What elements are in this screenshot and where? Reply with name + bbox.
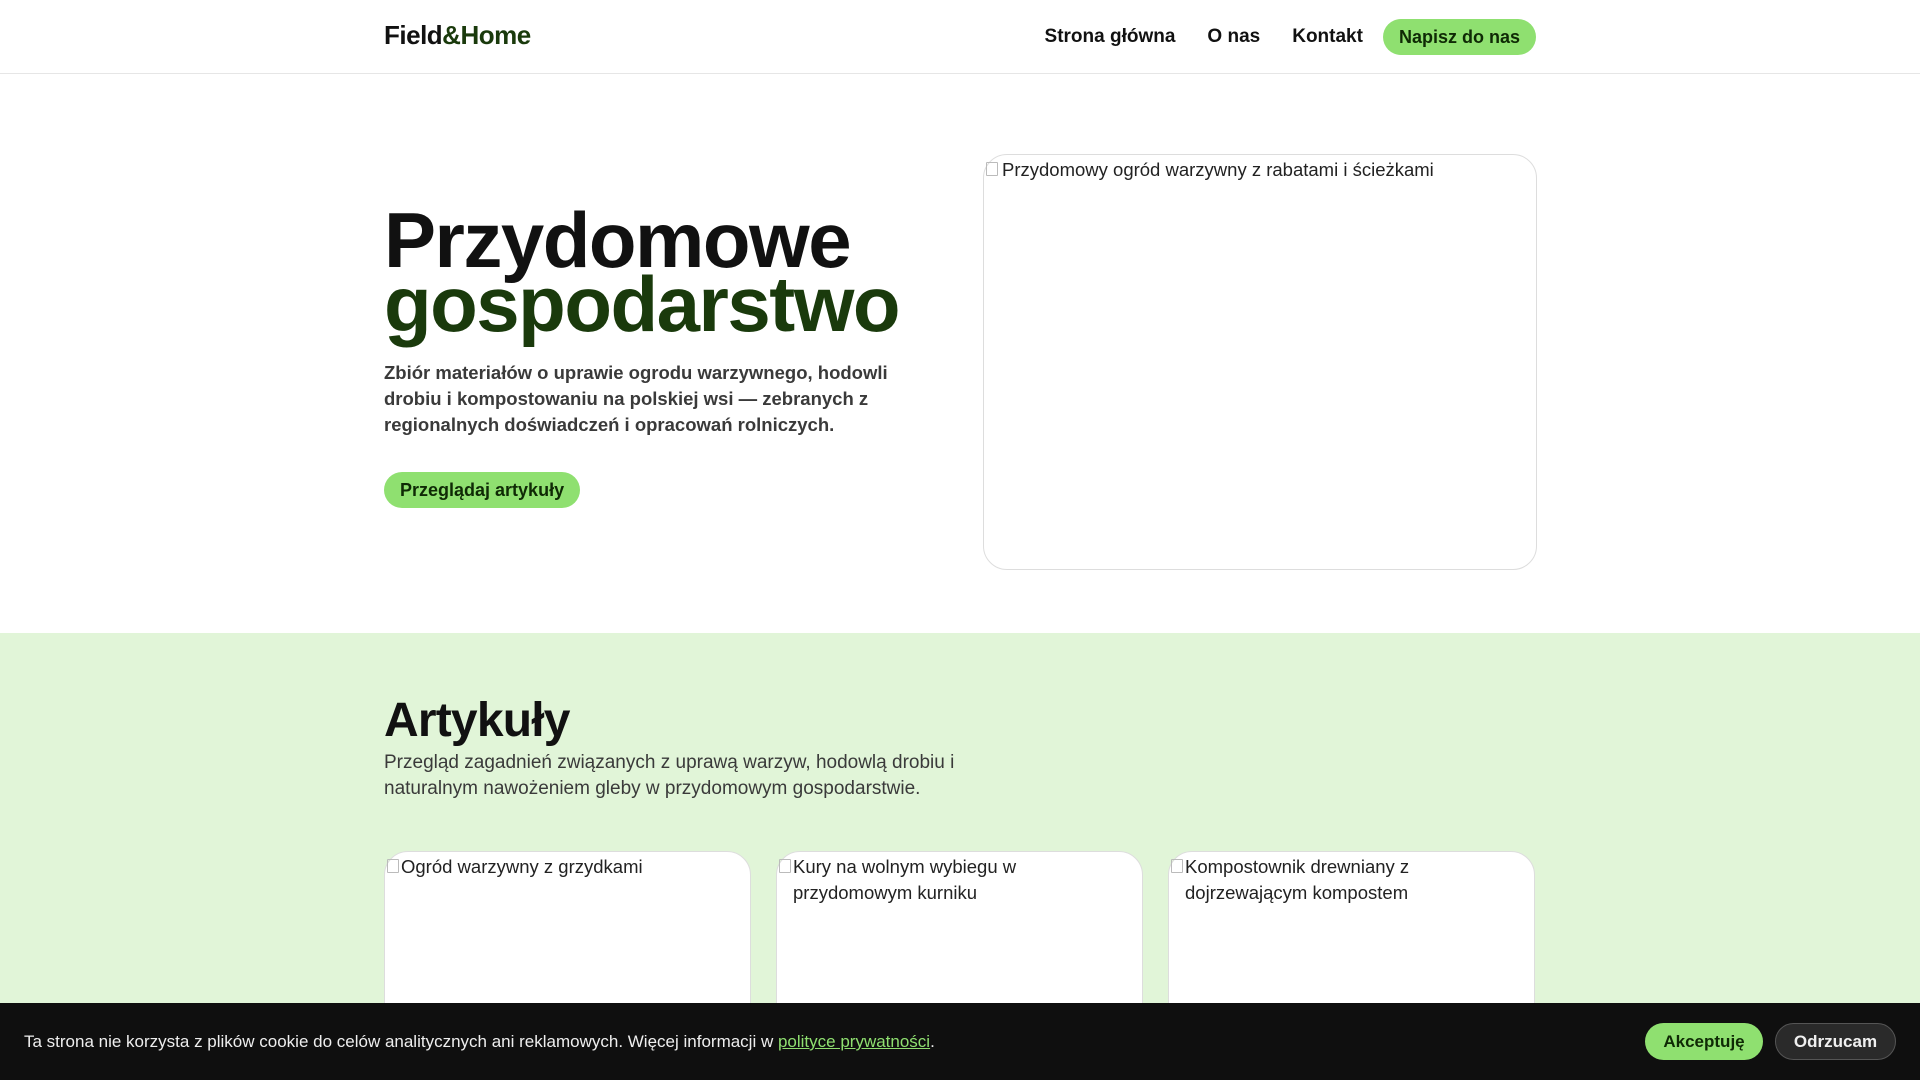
logo-home-text: &Home xyxy=(442,20,531,50)
accept-cookies-button[interactable]: Akceptuję xyxy=(1645,1023,1763,1060)
site-logo[interactable]: Field&Home xyxy=(384,20,531,51)
hero-description: Zbiór materiałów o uprawie ogrodu warzyw… xyxy=(384,362,888,435)
contact-us-button[interactable]: Napisz do nas xyxy=(1382,19,1536,55)
browse-articles-button[interactable]: Przeglądaj artykuły xyxy=(384,472,581,508)
nav-link-contact[interactable]: Kontakt xyxy=(1292,26,1363,48)
main-nav: Strona główna O nas Kontakt Napisz do na… xyxy=(1013,19,1536,55)
articles-title: Artykuły xyxy=(384,694,570,747)
hero-title: Przydomowe gospodarstwo xyxy=(384,201,901,348)
nav-link-about[interactable]: O nas xyxy=(1207,26,1260,48)
cookie-text: Ta strona nie korzysta z plików cookie d… xyxy=(24,1032,778,1051)
logo-field-text: Field xyxy=(384,20,443,50)
article-image-alt: Kury na wolnym wybiegu w przydomowym kur… xyxy=(793,856,1017,903)
hero-image-alt: Przydomowy ogród warzywny z rabatami i ś… xyxy=(1002,159,1434,180)
cookie-banner: Ta strona nie korzysta z plików cookie d… xyxy=(0,1003,1920,1080)
cookie-text-suffix: . xyxy=(930,1032,935,1051)
article-image-alt: Kompostownik drewniany z dojrzewającym k… xyxy=(1185,856,1410,903)
articles-description: Przegląd zagadnień związanych z uprawą w… xyxy=(384,752,955,799)
nav-link-home[interactable]: Strona główna xyxy=(1045,26,1176,48)
hero-image: Przydomowy ogród warzywny z rabatami i ś… xyxy=(983,154,1537,570)
hero-title-line2: gospodarstwo xyxy=(384,260,901,348)
site-header: Field&Home Strona główna O nas Kontakt N… xyxy=(0,0,1920,74)
privacy-policy-link[interactable]: polityce prywatności xyxy=(778,1032,930,1051)
reject-cookies-button[interactable]: Odrzucam xyxy=(1775,1023,1896,1060)
article-image-alt: Ogród warzywny z grzydkami xyxy=(401,856,643,877)
cookie-message: Ta strona nie korzysta z plików cookie d… xyxy=(24,1031,935,1053)
